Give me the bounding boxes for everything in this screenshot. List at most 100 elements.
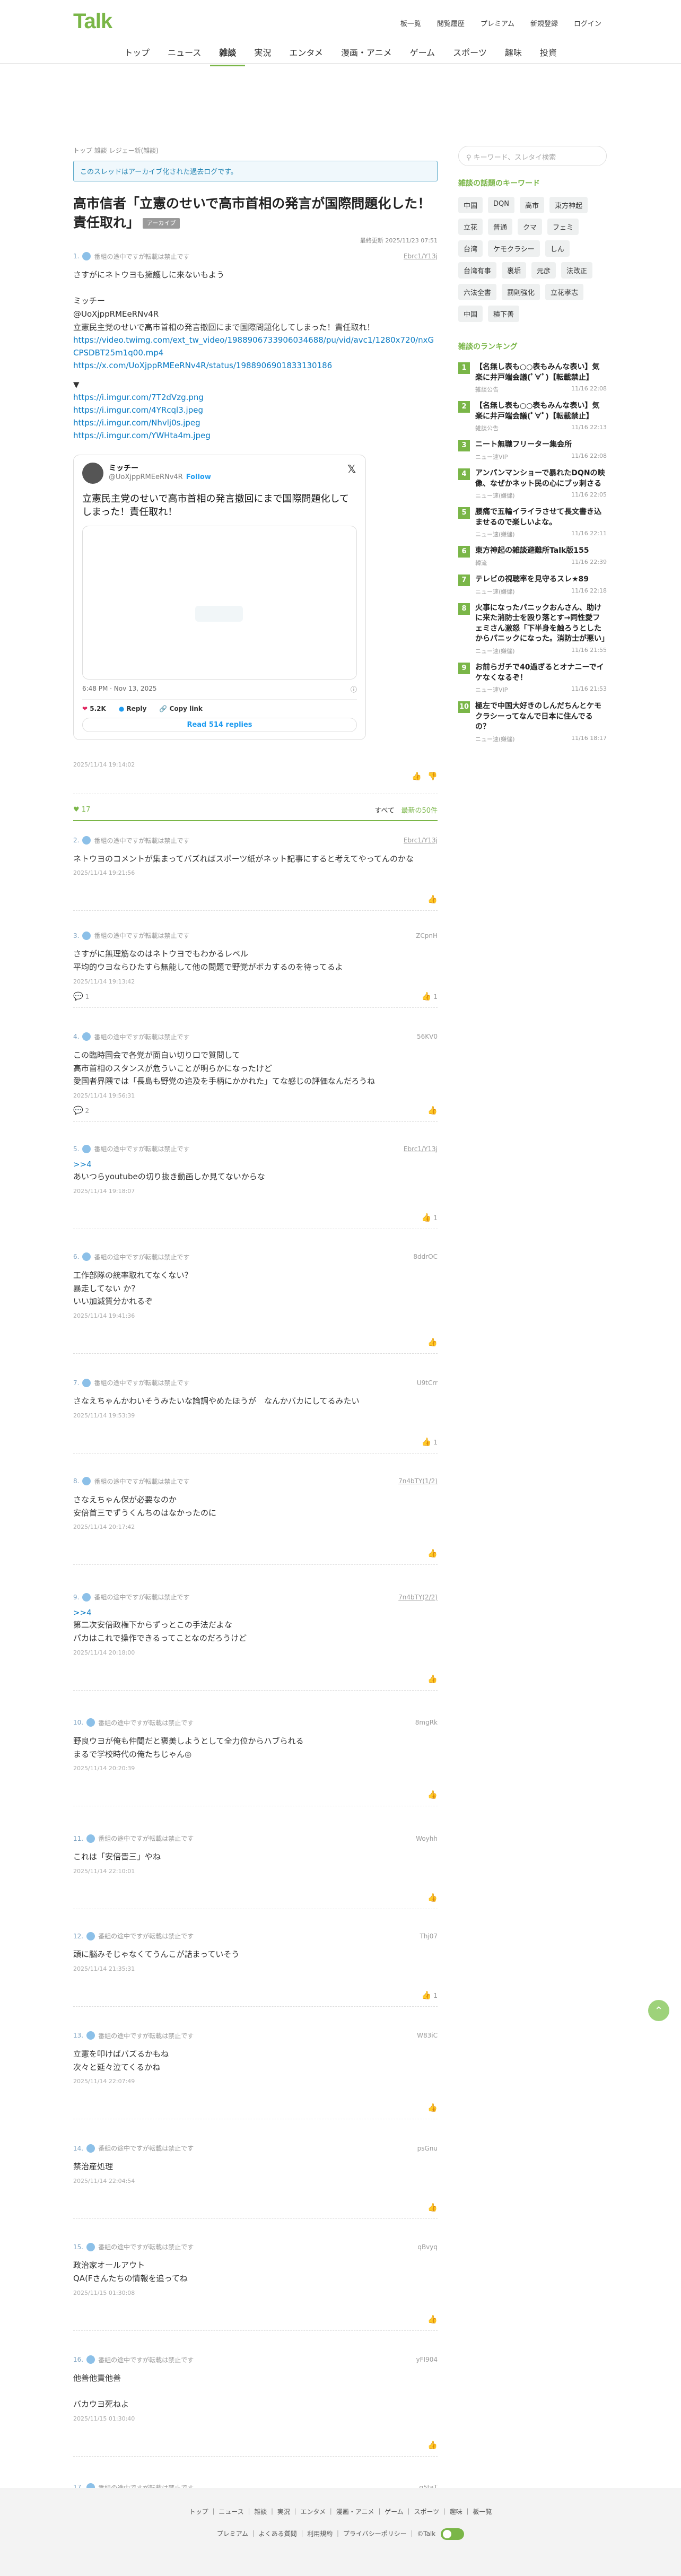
tweet-copy-link[interactable]: 🔗 Copy link xyxy=(159,705,203,712)
keyword-chip[interactable]: 六法全書 xyxy=(458,284,497,300)
nav-tab[interactable]: 投資 xyxy=(531,41,566,66)
keyword-chip[interactable]: 立花孝志 xyxy=(545,284,584,300)
ranking-item[interactable]: 3 ニート無職フリーター集会所 ニュー速VIP 11/16 22:08 xyxy=(458,440,607,461)
rank-title[interactable]: ニート無職フリーター集会所 xyxy=(475,440,607,450)
rank-title[interactable]: アンパンマンショーで暴れたDQNの映像、なぜかネット民の心にブッ刺さる xyxy=(475,468,607,489)
reply-anchor-link[interactable]: >>4 xyxy=(73,1608,92,1617)
thumbs-up-icon[interactable]: 👍 xyxy=(422,1213,432,1222)
good-button[interactable]: 👍 xyxy=(427,2440,438,2450)
good-button[interactable]: 👍 xyxy=(427,1337,438,1347)
ranking-item[interactable]: 6 東方神起の雑談避難所Talk版155 韓流 11/16 22:39 xyxy=(458,546,607,567)
thumbs-down-icon[interactable]: 👎 xyxy=(427,771,438,781)
res-id[interactable]: 7n4bTY(2/2) xyxy=(398,1594,438,1601)
rank-title[interactable]: 東方神起の雑談避難所Talk版155 xyxy=(475,546,607,556)
good-button[interactable]: 👍 1 xyxy=(422,1990,438,2000)
good-button[interactable]: 👍 xyxy=(427,2103,438,2112)
keyword-chip[interactable]: 中国 xyxy=(458,197,483,213)
good-button[interactable]: 👍 1 xyxy=(422,1213,438,1222)
thumbs-up-icon[interactable]: 👍 xyxy=(427,1106,438,1115)
thumbs-up-icon[interactable]: 👍 xyxy=(427,894,438,904)
top-link[interactable]: 閲覧履歴 xyxy=(437,18,465,28)
tweet-link[interactable]: https://x.com/UoXjppRMEeRNv4R/status/198… xyxy=(73,361,332,370)
tweet-embed[interactable]: ミッチー @UoXjppRMEeRNv4R Follow 𝕏 立憲民主党のせいで高… xyxy=(73,455,366,740)
x-logo-icon[interactable]: 𝕏 xyxy=(347,463,356,475)
like-count[interactable]: ♥ 17 xyxy=(73,806,90,814)
rank-title[interactable]: 【名無し表も○○表もみんな表い】気楽に井戸端会議(ﾟ∀ﾟ)【転載禁止】 xyxy=(475,362,607,383)
reply-anchor-link[interactable]: >>4 xyxy=(73,1160,92,1169)
keyword-chip[interactable]: しん xyxy=(545,240,570,257)
ranking-item[interactable]: 8 火事になったパニックおんさん、助けに来た消防士を殴り落とす→同性愛フェミさん激… xyxy=(458,603,609,655)
reply-count[interactable]: 💬 1 xyxy=(73,991,89,1001)
site-logo[interactable]: Talk xyxy=(73,10,112,33)
keyword-chip[interactable]: ケモクラシー xyxy=(488,240,540,257)
res-id[interactable]: U9tCrr xyxy=(417,1379,438,1387)
res-id[interactable]: Ebrc1/Y13j xyxy=(404,837,438,844)
ranking-item[interactable]: 1 【名無し表も○○表もみんな表い】気楽に井戸端会議(ﾟ∀ﾟ)【転載禁止】 雑談公告… xyxy=(458,362,607,394)
rank-title[interactable]: 【名無し表も○○表もみんな表い】気楽に井戸端会議(ﾟ∀ﾟ)【転載禁止】 xyxy=(475,401,607,422)
res-id[interactable]: psGnu xyxy=(417,2145,438,2152)
res-id[interactable]: ZCpnH xyxy=(416,932,438,939)
rank-title[interactable]: 火事になったパニックおんさん、助けに来た消防士を殴り落とす→同性愛フェミさん激怒… xyxy=(475,603,609,645)
keyword-chip[interactable]: 普通 xyxy=(488,219,513,235)
res-id[interactable]: 8mgRk xyxy=(415,1719,438,1726)
ranking-item[interactable]: 4 アンパンマンショーで暴れたDQNの映像、なぜかネット民の心にブッ刺さる ニュー速… xyxy=(458,468,607,500)
res-id[interactable]: Thj07 xyxy=(420,1933,438,1940)
good-button[interactable]: 👍 1 xyxy=(422,991,438,1001)
scroll-top-icon[interactable]: ⌃ xyxy=(648,2000,669,2021)
video-link[interactable]: https://video.twimg.com/ext_tw_video/198… xyxy=(73,335,434,358)
keyword-chip[interactable]: 立花 xyxy=(458,219,483,235)
good-button[interactable]: 👍 xyxy=(427,894,438,904)
keyword-chip[interactable]: クマ xyxy=(518,219,543,235)
keyword-chip[interactable]: 罰則強化 xyxy=(502,284,540,300)
good-button[interactable]: 👍 xyxy=(427,1790,438,1799)
tweet-media[interactable] xyxy=(82,525,357,680)
res-id[interactable]: yFI904 xyxy=(416,2356,438,2363)
image-link[interactable]: https://i.imgur.com/YWHta4m.jpeg xyxy=(73,431,211,440)
read-replies-button[interactable]: Read 514 replies xyxy=(82,717,357,732)
thumbs-up-icon[interactable]: 👍 xyxy=(427,1548,438,1558)
nav-tab[interactable]: 趣味 xyxy=(496,41,531,66)
good-button[interactable]: 👍 xyxy=(427,2314,438,2324)
keyword-chip[interactable]: 法改正 xyxy=(561,262,593,279)
res-id[interactable]: Ebrc1/Y13j xyxy=(404,1145,438,1153)
ranking-item[interactable]: 5 腰痛で五輪イライラさせて長文書き込ませるので楽しいよな。 ニュー速(嫌儲) 11/… xyxy=(458,507,607,538)
image-link[interactable]: https://i.imgur.com/7T2dVzg.png xyxy=(73,393,204,402)
thumbs-up-icon[interactable]: 👍 xyxy=(427,2203,438,2212)
top-link[interactable]: 新規登録 xyxy=(530,18,558,28)
ranking-item[interactable]: 7 テレビの視聴率を見守るスレ★89 ニュー速(嫌儲) 11/16 22:18 xyxy=(458,574,607,596)
thumbs-up-icon[interactable]: 👍 xyxy=(427,1337,438,1347)
follow-button[interactable]: Follow xyxy=(186,473,211,481)
keyword-chip[interactable]: 元彦 xyxy=(531,262,556,279)
thumbs-up-icon[interactable]: 👍 xyxy=(427,1893,438,1902)
good-button[interactable]: 👍 1 xyxy=(422,1437,438,1447)
info-icon[interactable]: ⓘ xyxy=(351,685,357,694)
rank-title[interactable]: 極左で中国大好きのしんだちんとケモクラシーってなんで日本に住んでるの？ xyxy=(475,701,607,733)
nav-tab[interactable]: 漫画・アニメ xyxy=(332,41,401,66)
image-link[interactable]: https://i.imgur.com/4YRcql3.jpeg xyxy=(73,405,203,415)
res-id[interactable]: Ebrc1/Y13j xyxy=(404,253,438,260)
theme-toggle[interactable] xyxy=(441,2528,465,2540)
res-id[interactable]: 8ddrOC xyxy=(413,1253,438,1260)
search-input[interactable]: ⚲ キーワード、スレタイ検索 xyxy=(458,146,607,166)
thumbs-up-icon[interactable]: 👍 xyxy=(412,771,422,781)
top-link[interactable]: ログイン xyxy=(574,18,601,28)
nav-tab[interactable]: ゲーム xyxy=(401,41,444,66)
ranking-item[interactable]: 9 お前らガチで40過ぎるとオナニーでイケなくなるぞ！ ニュー速VIP 11/16 2… xyxy=(458,662,607,694)
top-link[interactable]: 板一覧 xyxy=(400,18,421,28)
thumbs-up-icon[interactable]: 👍 xyxy=(427,2314,438,2324)
image-link[interactable]: https://i.imgur.com/Nhvlj0s.jpeg xyxy=(73,418,200,428)
rank-title[interactable]: テレビの視聴率を見守るスレ★89 xyxy=(475,575,607,585)
thumbs-up-icon[interactable]: 👍 xyxy=(427,2103,438,2112)
filter-all[interactable]: すべて xyxy=(374,807,395,815)
thumbs-up-icon[interactable]: 👍 xyxy=(422,1437,432,1447)
rank-title[interactable]: お前らガチで40過ぎるとオナニーでイケなくなるぞ！ xyxy=(475,663,607,683)
ranking-item[interactable]: 2 【名無し表も○○表もみんな表い】気楽に井戸端会議(ﾟ∀ﾟ)【転載禁止】 雑談公告… xyxy=(458,401,607,432)
good-button[interactable]: 👍 xyxy=(427,1674,438,1684)
res-id[interactable]: qBvyq xyxy=(417,2243,438,2251)
footer-links[interactable]: トップ ｜ ニュース ｜ 雑談 ｜ 実況 ｜ エンタメ ｜ 漫画・アニメ ｜ ゲ… xyxy=(0,2507,681,2516)
nav-tab[interactable]: 実況 xyxy=(245,41,280,66)
thumbs-up-icon[interactable]: 👍 xyxy=(427,1790,438,1799)
thumbs-up-icon[interactable]: 👍 xyxy=(427,2440,438,2450)
res-id[interactable]: 56KV0 xyxy=(417,1033,438,1040)
thumbs-up-icon[interactable]: 👍 xyxy=(427,1674,438,1684)
